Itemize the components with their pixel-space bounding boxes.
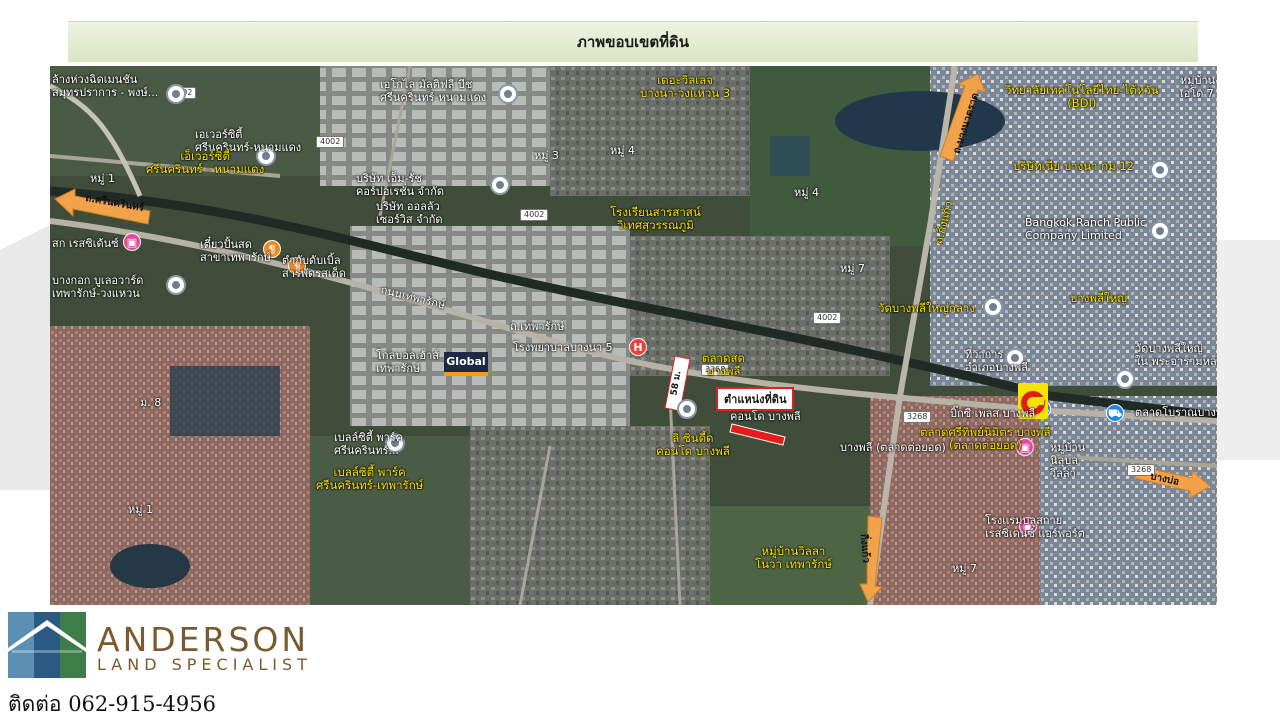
map-label: โกลบอลเฮ้าส์ เทพารักษ์ [376,349,440,375]
map-label: หมู่ 1 [90,172,115,185]
map-label: ลิ ซิ่นดี้ด คอนโด บางพลี [656,431,730,458]
map-label: ตำกับดับเบิ้ล สารพัดรสเด็ด [282,254,346,280]
map-label: หมู่ 7 [952,562,977,575]
map-label: บริษัท ออลลัว เซอร์วิส จำกัด [376,200,443,226]
site-location-label[interactable]: ตำแหน่งที่ดิน [716,387,795,411]
location-pin[interactable] [498,84,518,104]
map-label: ม. 8 [140,396,162,409]
map-label: หมู่ 4 [610,144,635,157]
map-label: ตลาดสด บางพลี [702,351,745,378]
map-label: บิ๊กซี เพลส บางพลี [950,407,1036,420]
map-label: บางพลีใหญ่ [1070,291,1127,305]
location-pin[interactable] [1150,160,1170,180]
map-label: หมู่บ้าน นิลุบล วิลล่า [1050,441,1086,480]
page-title: ภาพขอบเขตที่ดิน [68,21,1198,62]
route-3268-shield: 3268 [903,411,932,423]
map-label: วัดบางพลีใหญ่ใน พระอารามหลวง [1135,342,1217,368]
location-pin[interactable] [983,297,1003,317]
map-label: หมู่ 3 [534,149,559,162]
map-label: โรงแรมบลูสกาย เรสซิเดนซ์ แอร์พอร์ต [985,514,1085,540]
location-pin[interactable] [490,175,510,195]
brand-name: ANDERSON [97,620,310,659]
contact-phone[interactable]: ติดต่อ 062-915-4956 [8,688,216,721]
map-label: โรงเรียนสารสาสน์ วิเทศสุวรรณภูมิ [610,205,701,232]
map-label: เอโกไล มัลติฟลี บีช ศรีนครินทร์-หนามแดง [380,78,487,104]
map-label: หมู่ 1 [128,503,153,516]
location-pin[interactable] [677,399,697,419]
map-label: เดอะวิลเลจ บางนา-วงแหวน 3 [640,73,731,100]
route-4002-shield: 4002 [316,136,345,148]
map-label: โรงพยาบาลบางนา 5 [513,341,613,354]
map-label: บางพลี (ตลาดต่อยอด) [840,441,946,454]
map-label: บริษัท เอ็ม-รัช คอร์ปอเรชั่น จำกัด [356,172,445,198]
location-pin[interactable] [166,275,186,295]
map-label: ตลาดโบราณบางพลี [1135,406,1217,419]
brand-tagline: LAND SPECIALIST [97,655,312,674]
map-label: วิทยาลัยเทคโนโลยีไทย-ไต้หวัน (BDI) [1005,83,1159,110]
route-4002-shield: 4002 [520,209,549,221]
map-label: วัดบางพลีใหญ่กลาง [878,301,976,315]
hotel-icon[interactable]: ▣ [123,233,141,251]
map-label: เบลล์ซิตี้ พาร์ค ศรีนครินทร์... [334,431,404,457]
map-label: หมู่บ้านวิลลา โนวา เทพารักษ์ [755,544,832,571]
map-label: บริษัทเนีย บางนา กม.12 [1013,159,1135,173]
map-label: หมู่ 7 [840,262,865,275]
shopping-cart-icon[interactable]: ⛟ [1106,404,1124,422]
map-label: หมู่ 4 [794,186,819,199]
map-label: หมู่บ้าน เอโด 7 [1180,74,1216,100]
location-pin[interactable] [1115,369,1135,389]
map-label: เอ็เวอร์ซิตี้ ศรีนครินทร์ - หนามแดง [146,149,265,176]
global-house-logo: Global [444,352,488,376]
map-label: บางกอก บูเลอวาร์ด เทพารักษ์-วงแหวน [52,274,144,300]
hospital-icon[interactable]: H [629,338,647,356]
location-pin[interactable] [166,84,186,104]
map-label: เตี๋ยวปั้นสด สาขาเทพารักษ์ [200,238,271,264]
map-label: Bangkok Ranch Public Company Limited [1025,216,1146,242]
map-label: เบลล์ซิตี้ พาร์ค ศรีนครินทร์-เทพารักษ์ [316,465,424,492]
map-label: ถ.เทพารักษ์ [510,320,565,333]
location-pin[interactable] [1150,221,1170,241]
map-label: คอนโด บางพลี [730,410,801,423]
satellite-map[interactable]: 4002 4002 4002 4002 3268 3268 3268 ถ.ศรี… [50,66,1217,605]
kingkaew-south-label: กิ่งแก้ว [857,533,872,564]
map-label: สก เรสซิเด้นซ์ [52,237,119,250]
map-label: ที่ว่าการ อำเภอบางพลี [965,348,1028,374]
map-label: ล้างห่วงฉิดเมนชัน สมุทรปราการ - พงษ์... [52,73,159,99]
route-4002-shield: 4002 [813,312,842,324]
